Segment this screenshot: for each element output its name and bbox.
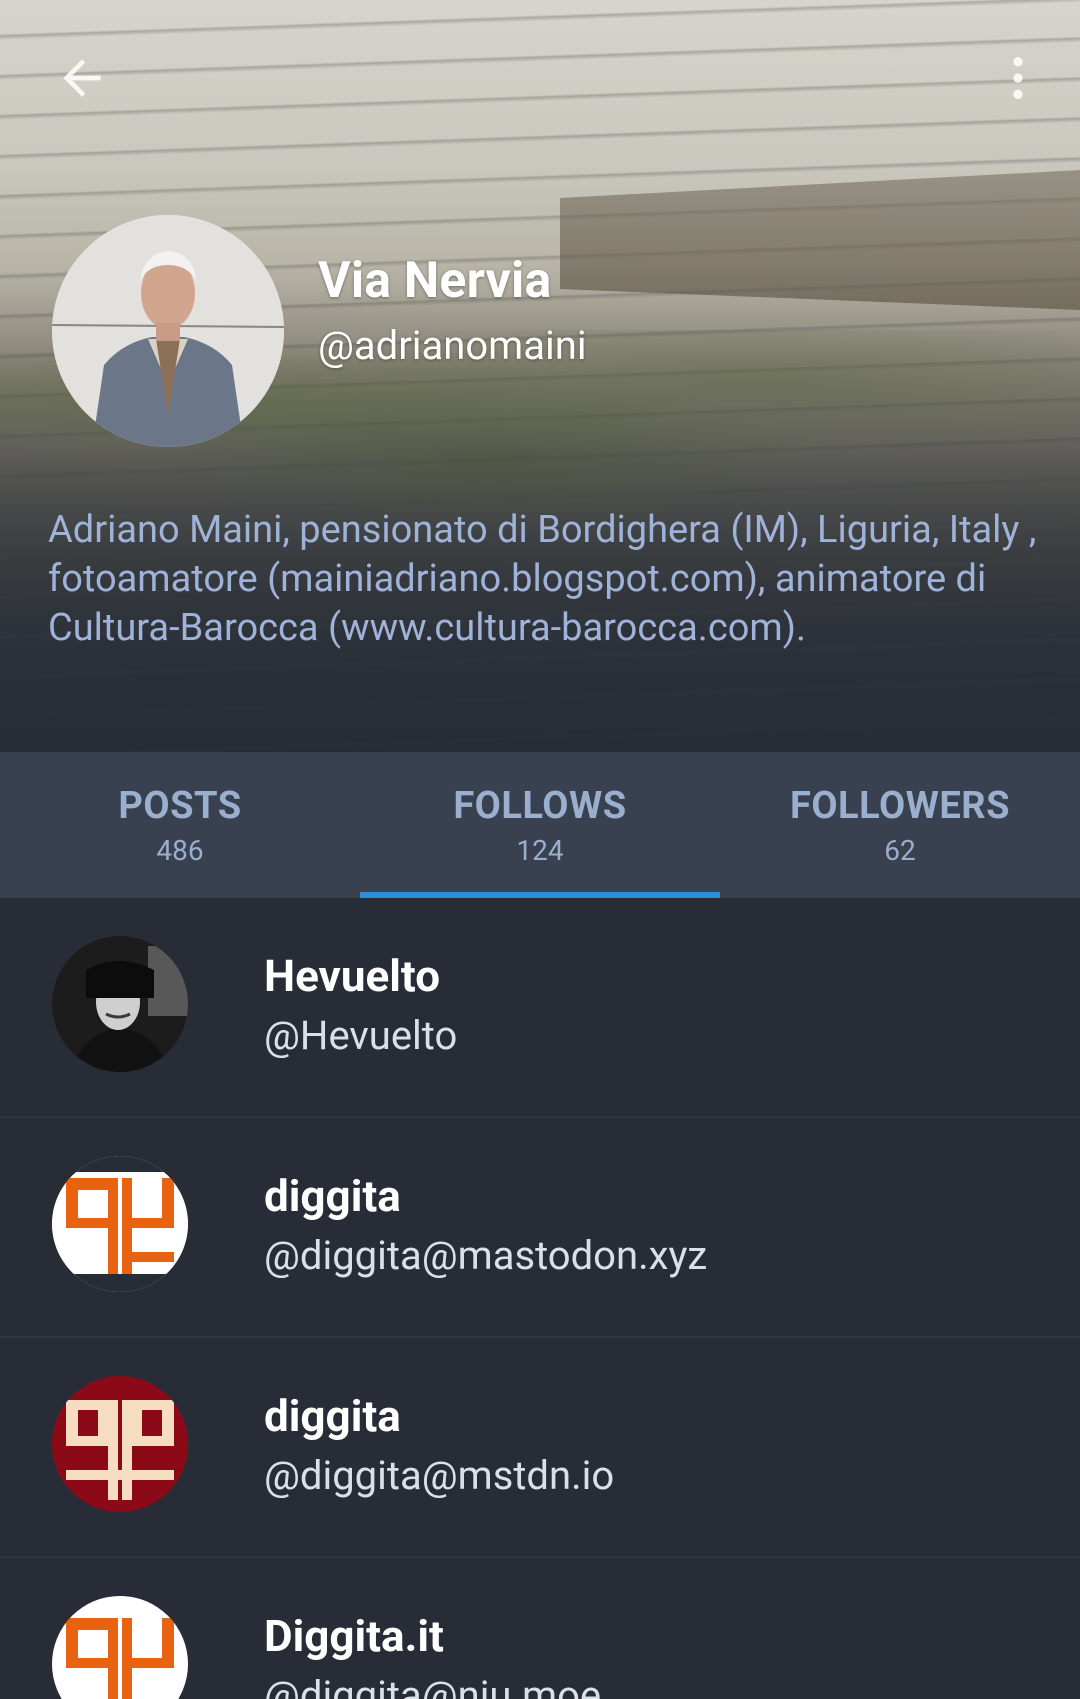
- account-avatar[interactable]: [52, 1596, 188, 1699]
- profile-tabs: POSTS 486 FOLLOWS 124 FOLLOWERS 62: [0, 752, 1080, 898]
- arrow-back-icon: [63, 59, 101, 97]
- account-display-name: diggita: [264, 1170, 401, 1222]
- profile-avatar-image: [52, 215, 284, 447]
- profile-bio: Adriano Maini, pensionato di Bordighera …: [48, 508, 1037, 650]
- account-display-name: Hevuelto: [264, 950, 441, 1002]
- tab-count: 124: [516, 834, 564, 867]
- account-display-name: Diggita.it: [264, 1610, 444, 1662]
- account-handle: @diggita@niu.moe: [264, 1672, 602, 1699]
- tab-count: 486: [156, 834, 204, 867]
- list-item[interactable]: diggita @diggita@mastodon.xyz: [0, 1118, 1080, 1338]
- tab-follows[interactable]: FOLLOWS 124: [360, 752, 720, 898]
- avatar-diggita-logo-red: [52, 1376, 188, 1512]
- tab-followers[interactable]: FOLLOWERS 62: [720, 752, 1080, 898]
- account-handle: @diggita@mstdn.io: [264, 1452, 615, 1499]
- avatar-hevuelto-image: [52, 936, 188, 1072]
- tab-label: FOLLOWS: [453, 784, 627, 828]
- profile-header: Via Nervia @adrianomaini Adriano Maini, …: [0, 0, 1080, 752]
- profile-display-name: Via Nervia: [318, 252, 552, 310]
- account-handle: @diggita@mastodon.xyz: [264, 1232, 708, 1279]
- account-avatar[interactable]: [52, 1156, 188, 1292]
- account-avatar[interactable]: [52, 1376, 188, 1512]
- more-vertical-icon: [1013, 57, 1023, 99]
- profile-username: @adrianomaini: [318, 322, 587, 369]
- list-item[interactable]: diggita @diggita@mstdn.io: [0, 1338, 1080, 1558]
- account-handle: @Hevuelto: [264, 1012, 458, 1059]
- avatar-diggita-it-logo: [52, 1596, 188, 1699]
- back-button[interactable]: [42, 38, 122, 118]
- avatar-diggita-logo-orange: [52, 1156, 188, 1292]
- list-item[interactable]: Hevuelto @Hevuelto: [0, 898, 1080, 1118]
- tab-label: POSTS: [118, 784, 242, 828]
- profile-avatar[interactable]: [52, 215, 284, 447]
- more-options-button[interactable]: [978, 38, 1058, 118]
- list-item[interactable]: Diggita.it @diggita@niu.moe: [0, 1558, 1080, 1699]
- follows-list: Hevuelto @Hevuelto diggita @diggita@mast…: [0, 898, 1080, 1699]
- tab-posts[interactable]: POSTS 486: [0, 752, 360, 898]
- tab-label: FOLLOWERS: [789, 784, 1011, 828]
- header-image-stones: [560, 170, 1080, 310]
- tab-count: 62: [884, 834, 916, 867]
- account-avatar[interactable]: [52, 936, 188, 1072]
- account-display-name: diggita: [264, 1390, 401, 1442]
